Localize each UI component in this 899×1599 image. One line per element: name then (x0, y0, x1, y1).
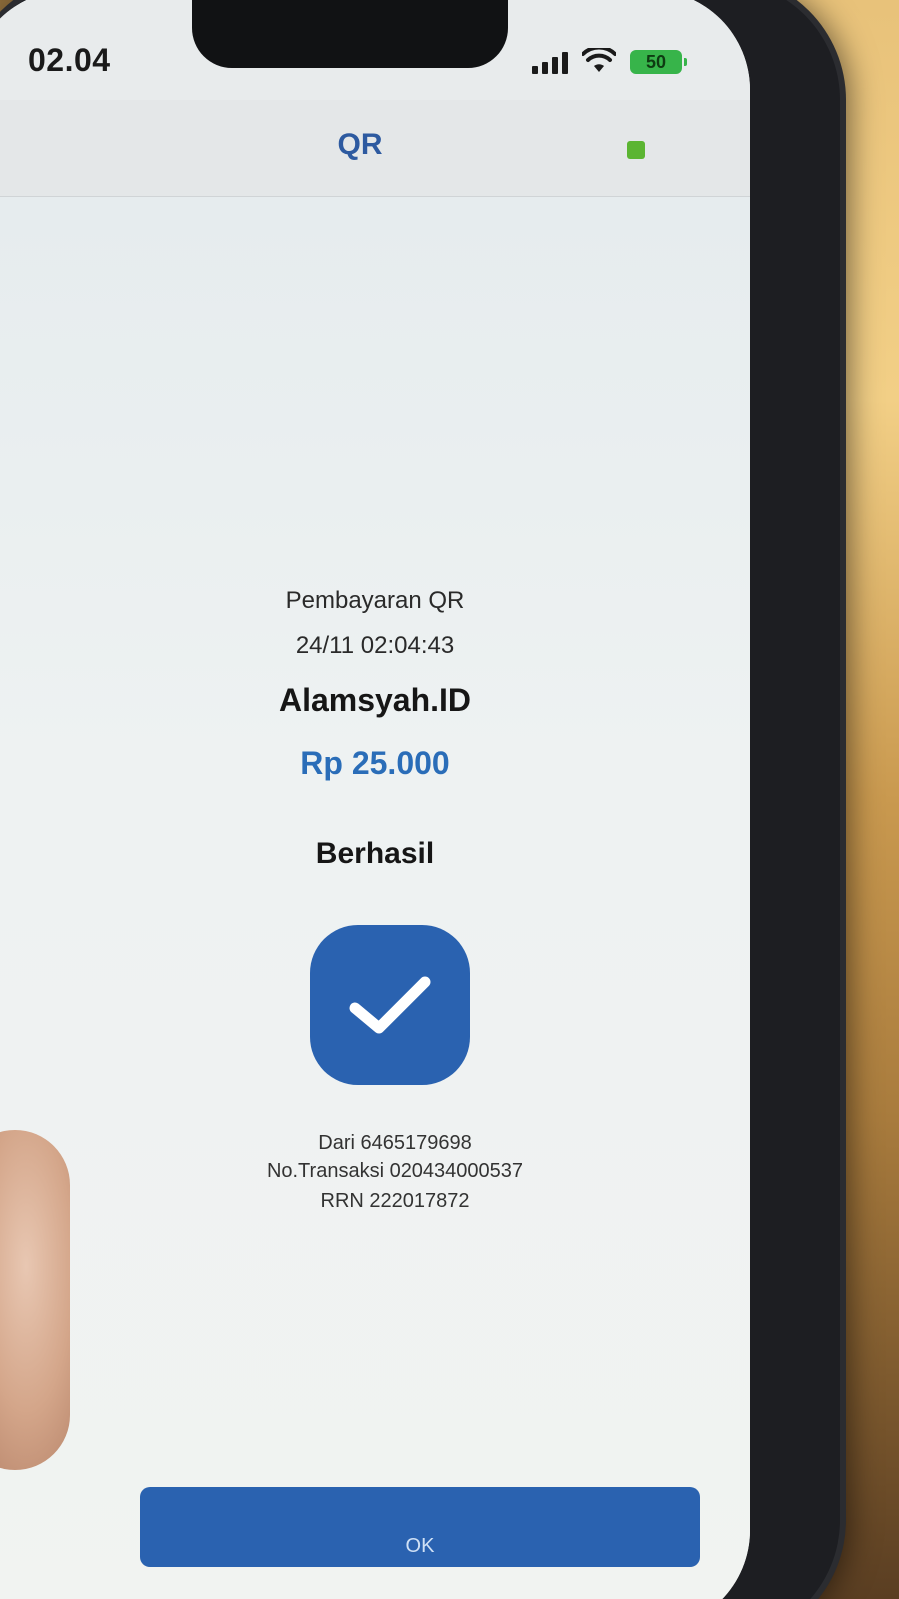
rrn-number: RRN 222017872 (320, 1190, 470, 1212)
payment-status: Berhasil (315, 837, 435, 870)
status-icons: 50 (532, 48, 687, 74)
payment-amount: Rp 25.000 (300, 745, 450, 781)
receipt-content: Pembayaran QR 24/11 02:04:43 Alamsyah.ID… (0, 197, 750, 1599)
phone-frame: 02.04 50 QR Pembayaran QR 24/11 02:04:43… (0, 0, 840, 1599)
success-badge (310, 925, 470, 1085)
ok-button[interactable]: OK (140, 1487, 700, 1567)
status-time: 02.04 (28, 42, 111, 78)
transaction-number: No.Transaksi 020434000537 (266, 1160, 524, 1182)
notch (192, 0, 508, 68)
status-indicator-icon (627, 141, 645, 159)
battery-icon: 50 (630, 50, 687, 74)
battery-level: 50 (645, 51, 667, 72)
nav-bar: QR (0, 100, 750, 197)
cellular-signal-icon (532, 50, 568, 74)
merchant-name: Alamsyah.ID (278, 682, 472, 718)
finger (0, 1130, 70, 1470)
phone-screen: 02.04 50 QR Pembayaran QR 24/11 02:04:43… (0, 0, 750, 1599)
payment-datetime: 24/11 02:04:43 (295, 632, 455, 659)
status-bar: 02.04 50 (0, 0, 750, 100)
wifi-icon (582, 48, 616, 72)
payment-type: Pembayaran QR (285, 587, 465, 614)
checkmark-icon (349, 976, 431, 1034)
source-account: Dari 6465179698 (318, 1132, 472, 1154)
